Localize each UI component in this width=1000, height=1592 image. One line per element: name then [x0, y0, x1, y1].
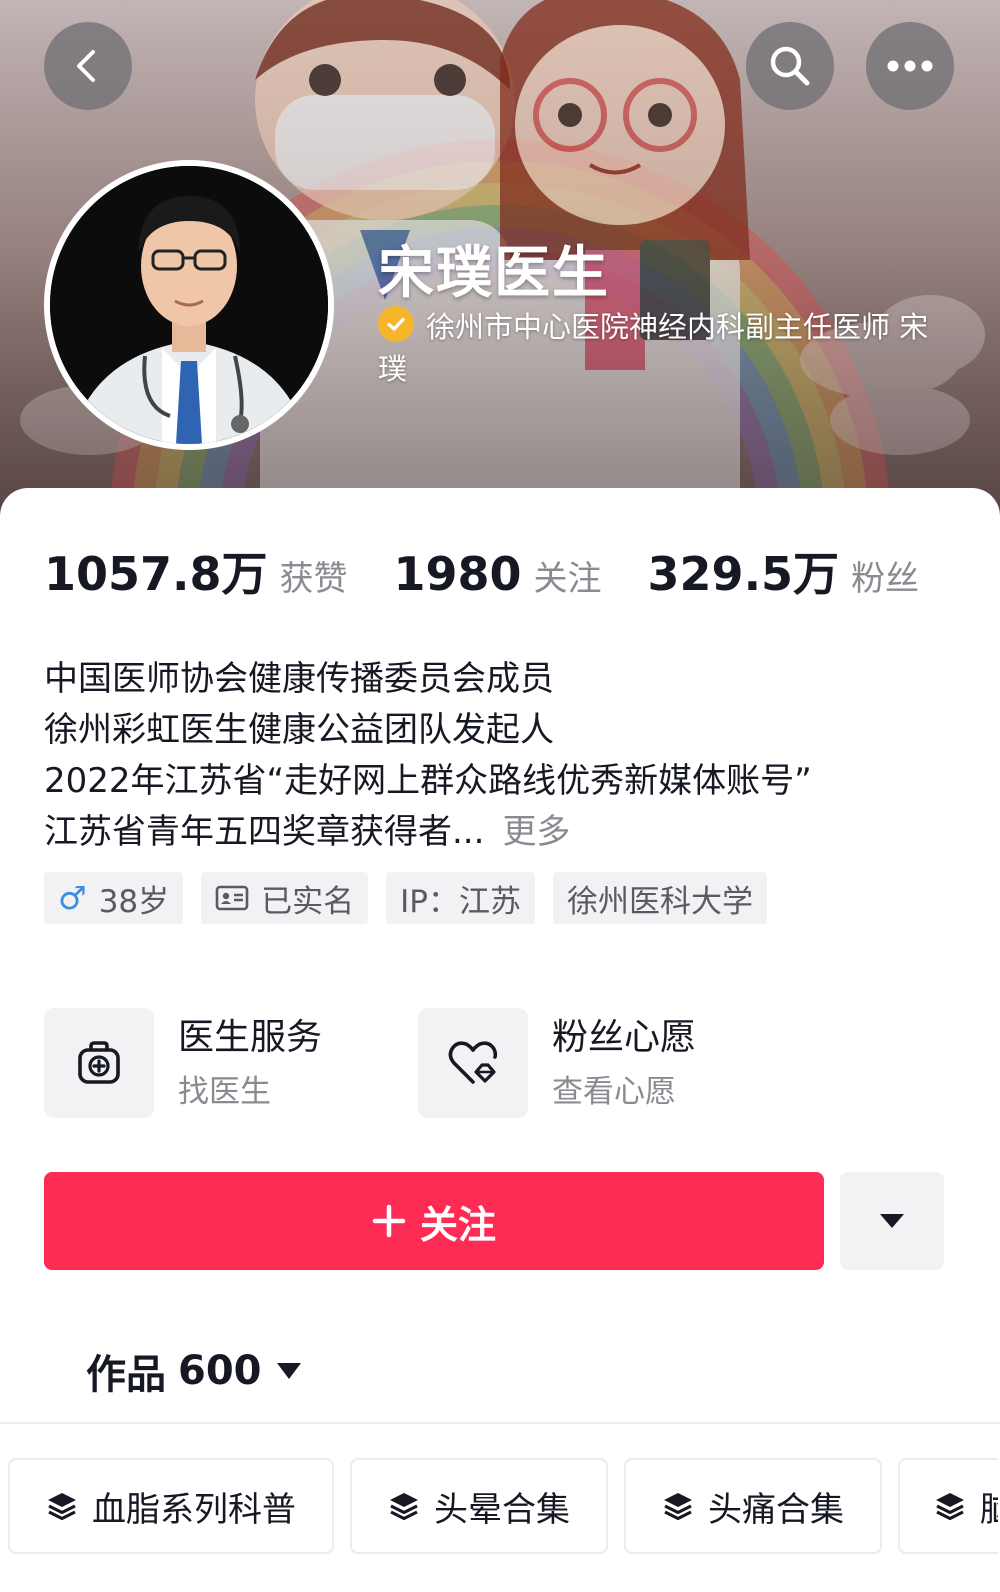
layers-icon [46, 1491, 78, 1521]
stat-value: 1980 [393, 547, 522, 601]
follow-button[interactable]: 关注 [44, 1172, 824, 1270]
tab-works-count: 600 [178, 1348, 262, 1394]
tag-real-name-text: 已实名 [261, 883, 355, 920]
tab-works[interactable]: 作品 600 [86, 1342, 302, 1400]
stat-likes[interactable]: 1057.8万 获赞 [44, 538, 348, 604]
collection-chip[interactable]: 脑 [898, 1458, 998, 1554]
follow-dropdown-button[interactable] [840, 1172, 944, 1270]
back-button[interactable] [44, 22, 132, 110]
male-icon: ♂ [58, 879, 87, 917]
collection-label: 脑 [980, 1482, 998, 1531]
bio-line: 2022年江苏省“走好网上群众路线优秀新媒体账号” [44, 761, 812, 801]
collection-chip[interactable]: 头痛合集 [624, 1458, 882, 1554]
layers-icon [388, 1491, 420, 1521]
id-card-icon [215, 884, 249, 912]
back-icon [77, 50, 95, 82]
more-icon [887, 60, 933, 72]
verification-text: 徐州市中心医院神经内科副主任医师 宋璞 [378, 310, 929, 386]
verified-badge-icon [378, 306, 414, 342]
service-title: 粉丝心愿 [552, 1017, 697, 1058]
doctor-service-entry[interactable]: 医生服务 找医生 [44, 1008, 322, 1118]
profile-tags: ♂ 38岁 已实名 IP：江苏 徐州医科大学 [44, 872, 785, 924]
stat-following[interactable]: 1980 关注 [394, 547, 602, 601]
bio: 中国医师协会健康传播委员会成员 徐州彩虹医生健康公益团队发起人 2022年江苏省… [44, 654, 964, 858]
bio-line-text: 江苏省青年五四奖章获得者... [44, 812, 485, 852]
collection-chip[interactable]: 血脂系列科普 [8, 1458, 334, 1554]
layers-icon [934, 1491, 966, 1521]
collection-label: 头痛合集 [708, 1489, 844, 1530]
caret-down-icon [276, 1362, 302, 1380]
bio-line: 江苏省青年五四奖章获得者... 更多 [44, 807, 964, 858]
collection-chip[interactable]: 头晕合集 [350, 1458, 608, 1554]
tag-age-text: 38岁 [98, 883, 170, 920]
collection-label: 血脂系列科普 [92, 1489, 296, 1530]
fan-wish-entry[interactable]: 粉丝心愿 查看心愿 [418, 1008, 696, 1118]
search-button[interactable] [746, 22, 834, 110]
tag-ip: IP：江苏 [386, 872, 535, 924]
bio-line: 中国医师协会健康传播委员会成员 [44, 659, 554, 699]
search-icon [770, 46, 810, 86]
avatar[interactable] [44, 160, 334, 450]
more-options-button[interactable] [866, 22, 954, 110]
tag-school[interactable]: 徐州医科大学 [552, 872, 767, 924]
bio-line: 徐州彩虹医生健康公益团队发起人 [44, 710, 554, 750]
caret-down-icon [880, 1214, 904, 1228]
service-subtitle: 查看心愿 [552, 1074, 676, 1110]
stat-followers[interactable]: 329.5万 粉丝 [648, 538, 920, 604]
tag-real-name[interactable]: 已实名 [201, 872, 369, 924]
follow-button-label: 关注 [419, 1202, 496, 1247]
stat-label: 粉丝 [851, 559, 920, 599]
stat-label: 关注 [533, 559, 602, 599]
collection-label: 头晕合集 [434, 1489, 570, 1530]
heart-wish-icon [418, 1008, 528, 1118]
tag-age: ♂ 38岁 [44, 872, 184, 924]
stat-value: 329.5万 [647, 547, 840, 601]
bio-more-link[interactable]: 更多 [502, 812, 570, 852]
profile-stats: 1057.8万 获赞 1980 关注 329.5万 粉丝 [44, 538, 919, 601]
service-subtitle: 找医生 [178, 1074, 271, 1110]
service-title: 医生服务 [178, 1017, 323, 1058]
medical-kit-icon [44, 1008, 154, 1118]
display-name: 宋璞医生 [378, 241, 610, 306]
stat-label: 获赞 [279, 559, 348, 599]
tab-works-label: 作品 [86, 1352, 166, 1398]
layers-icon [662, 1491, 694, 1521]
divider [0, 1422, 1000, 1424]
plus-icon [372, 1204, 406, 1238]
avatar-portrait [50, 166, 328, 444]
collections-row: 血脂系列科普 头晕合集 头痛合集 脑 [8, 1458, 1000, 1554]
stat-value: 1057.8万 [44, 547, 268, 601]
